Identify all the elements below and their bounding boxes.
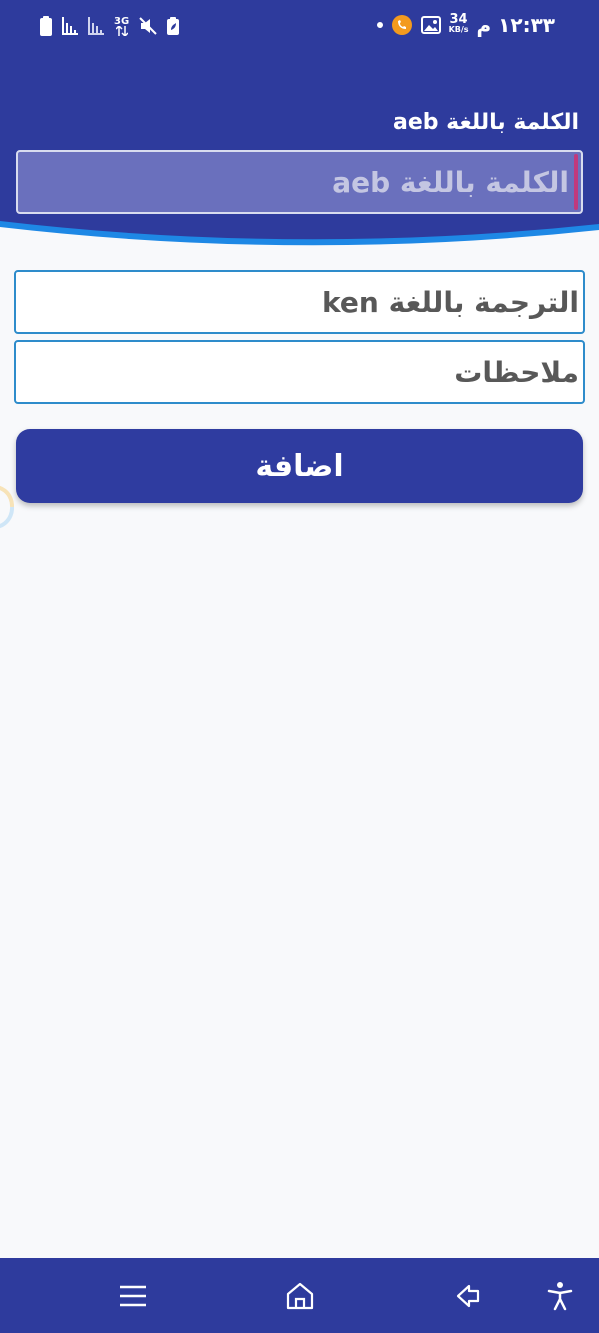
status-icons-left: 3G [40,14,180,38]
accessibility-button[interactable] [540,1276,580,1316]
mute-icon [139,17,157,35]
network-speed-indicator: 34 KB/s [448,12,469,35]
floating-side-handle[interactable] [0,484,14,530]
network-type-icon: 3G [114,15,130,36]
signal-strength-icon-2 [88,17,104,35]
notes-input[interactable] [14,340,585,404]
app-header: 3G 34 KB/s ١٢:٣٣ م الكلمة باللغة aeb [0,0,599,252]
network-type-label: 3G [114,15,130,27]
battery-saver-icon [167,17,180,35]
back-arrow-icon [456,1284,480,1308]
add-button[interactable]: اضافة [16,429,583,503]
home-icon [286,1282,314,1310]
battery-icon [40,16,52,36]
home-button[interactable] [280,1276,320,1316]
status-bar: 3G 34 KB/s ١٢:٣٣ م [0,0,599,52]
text-cursor-indicator [574,154,578,210]
gallery-icon [420,16,441,34]
word-input[interactable] [16,150,583,214]
whatsapp-icon [391,14,413,36]
signal-strength-icon [62,17,78,35]
status-clock: ١٢:٣٣ م [476,13,555,37]
data-arrows-icon [115,25,128,36]
translation-input[interactable] [14,270,585,334]
back-button[interactable] [448,1276,488,1316]
word-field-label: الكلمة باللغة aeb [392,110,579,135]
status-icons-right: 34 KB/s ١٢:٣٣ م [376,12,555,38]
network-speed-value: 34 [449,12,468,27]
system-nav-bar [0,1258,599,1333]
menu-icon [120,1285,146,1307]
notification-dot [376,22,383,28]
accessibility-icon [547,1282,573,1311]
recent-apps-button[interactable] [113,1276,153,1316]
network-speed-unit: KB/s [448,25,469,34]
